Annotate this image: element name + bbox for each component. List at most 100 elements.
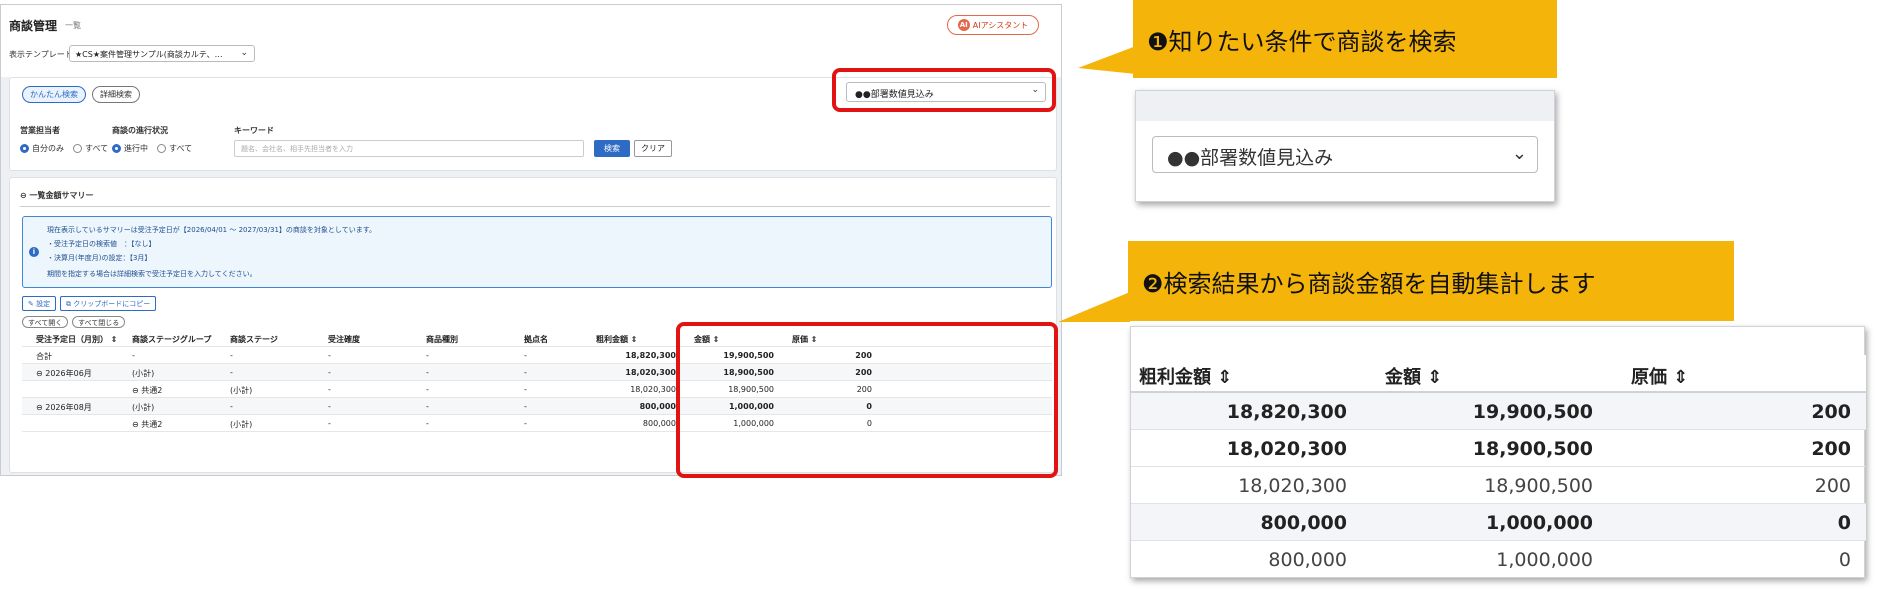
callout-pointer <box>1078 46 1136 74</box>
zoom-condition-value: ●●部署数値見込み <box>1167 147 1334 169</box>
highlight-amount-columns <box>676 322 1058 478</box>
cell: 18,820,300 <box>1226 401 1347 423</box>
col-stage: 商談ステージ <box>230 335 278 344</box>
cell: (小計) <box>230 386 253 395</box>
cell: 18,020,300 <box>625 368 676 377</box>
cell: 18,900,500 <box>1484 475 1593 497</box>
col-probability: 受注確度 <box>328 335 360 344</box>
zoom-condition-dropdown[interactable]: ●●部署数値見込み ⌄ <box>1152 136 1538 173</box>
copy-label: クリップボードにコピー <box>73 300 151 308</box>
tab-simple-search[interactable]: かんたん検索 <box>22 86 86 103</box>
zoom-table-row: 18,020,300 18,900,500 200 <box>1131 430 1866 467</box>
cell: 200 <box>1811 438 1851 460</box>
page-subtitle: 一覧 <box>65 21 81 30</box>
cell: 合計 <box>36 352 52 361</box>
radio-self-only[interactable] <box>20 144 29 153</box>
zoom-amount-table: 粗利金額 ⇕ 金額 ⇕ 原価 ⇕ 18,820,300 19,900,500 2… <box>1130 326 1866 578</box>
callout-pointer <box>1058 292 1130 322</box>
cell: 800,000 <box>1260 512 1347 534</box>
cell: - <box>230 368 233 377</box>
radio-in-progress-label: 進行中 <box>124 144 148 153</box>
col-order-date[interactable]: 受注予定日（月別） ⇕ <box>36 334 118 345</box>
cell: - <box>328 402 331 411</box>
expand-all-button[interactable]: すべて開く <box>22 316 69 328</box>
keyword-label: キーワード <box>234 126 274 135</box>
zoom-condition-select: ●●部署数値見込み ⌄ <box>1135 90 1555 202</box>
highlight-condition-select <box>832 68 1056 112</box>
cell: - <box>524 351 527 360</box>
zoom-col-gross-profit[interactable]: 粗利金額 ⇕ <box>1139 363 1232 389</box>
zoom-col-cost[interactable]: 原価 ⇕ <box>1631 363 1688 389</box>
cell: - <box>328 385 331 394</box>
zoom-table-row: 800,000 1,000,000 0 <box>1131 541 1866 578</box>
radio-all-reps[interactable] <box>73 144 82 153</box>
ai-assistant-label: AIアシスタント <box>972 20 1029 30</box>
zoom-band <box>1136 91 1554 121</box>
cell: - <box>524 385 527 394</box>
cell: - <box>524 402 527 411</box>
summary-title-text: 一覧金額サマリー <box>29 191 94 200</box>
radio-all-progress[interactable] <box>157 144 166 153</box>
page-title: 商談管理 <box>9 19 58 33</box>
zoom-table-row: 800,000 1,000,000 0 <box>1131 504 1866 541</box>
cell: 18,020,300 <box>630 385 676 394</box>
cell: (小計) <box>230 420 253 429</box>
cell: - <box>230 402 233 411</box>
cell: 0 <box>1837 512 1851 534</box>
cell: - <box>426 419 429 428</box>
cell: 800,000 <box>639 402 676 411</box>
info-icon: i <box>29 247 39 257</box>
tab-detail-search[interactable]: 詳細検索 <box>92 86 140 103</box>
ai-assistant-button[interactable]: AI AIアシスタント <box>947 15 1039 35</box>
cell: 18,820,300 <box>625 351 676 360</box>
summary-title: ⊖ 一覧金額サマリー <box>20 191 94 200</box>
chevron-down-icon: ⌄ <box>240 48 248 58</box>
info-box: i 現在表示しているサマリーは受注予定日が【2026/04/01 ～ 2027/… <box>22 216 1052 288</box>
info-line-1: 現在表示しているサマリーは受注予定日が【2026/04/01 ～ 2027/03… <box>47 226 377 234</box>
radio-in-progress[interactable] <box>112 144 121 153</box>
cell: 800,000 <box>1268 549 1347 571</box>
chevron-down-icon: ⌄ <box>1511 143 1527 164</box>
cell: - <box>426 368 429 377</box>
info-line-2: ・受注予定日の検索値 ：【なし】 <box>47 240 156 248</box>
col-stage-group: 商談ステージグループ <box>132 335 212 344</box>
cell: - <box>524 419 527 428</box>
zoom-table-header: 粗利金額 ⇕ 金額 ⇕ 原価 ⇕ <box>1131 355 1866 393</box>
ai-icon: AI <box>957 19 970 31</box>
cell: 18,020,300 <box>1226 438 1347 460</box>
template-select[interactable]: ★CS★案件管理サンプル(商談カルテ、… ⌄ <box>69 45 255 62</box>
progress-label: 商談の進行状況 <box>112 126 168 135</box>
cell: - <box>132 351 135 360</box>
settings-label: 設定 <box>36 300 51 308</box>
progress-radios: 進行中 すべて <box>112 143 192 154</box>
sales-rep-label: 営業担当者 <box>20 126 60 135</box>
cell: ⊖ 2026年08月 <box>36 403 92 412</box>
cell: - <box>426 402 429 411</box>
cell: ⊖ 共通2 <box>132 420 163 429</box>
settings-button[interactable]: ✎ 設定 <box>22 296 57 311</box>
keyword-input[interactable]: 題名、会社名、相手先担当者を入力 <box>234 140 584 157</box>
cell: - <box>328 419 331 428</box>
search-button[interactable]: 検索 <box>594 140 630 157</box>
zoom-table-row: 18,020,300 18,900,500 200 <box>1131 467 1866 504</box>
col-product-type: 商品種別 <box>426 335 458 344</box>
cell: 18,020,300 <box>1238 475 1347 497</box>
zoom-col-amount[interactable]: 金額 ⇕ <box>1385 363 1442 389</box>
col-gross-profit[interactable]: 粗利金額 ⇕ <box>596 334 638 345</box>
cell: 18,900,500 <box>1472 438 1593 460</box>
clear-button[interactable]: クリア <box>634 140 672 157</box>
info-line-4: 期間を指定する場合は詳細検索で受注予定日を入力してください。 <box>47 270 257 278</box>
collapse-all-button[interactable]: すべて閉じる <box>72 316 126 328</box>
divider <box>20 206 1050 207</box>
info-line-3: ・決算月(年度月)の設定：【3月】 <box>47 254 152 262</box>
cell: (小計) <box>132 369 155 378</box>
cell: 0 <box>1838 549 1851 571</box>
cell: - <box>328 368 331 377</box>
radio-all-progress-label: すべて <box>169 144 193 153</box>
radio-self-only-label: 自分のみ <box>32 144 64 153</box>
cell: 800,000 <box>642 419 676 428</box>
cell: - <box>328 351 331 360</box>
copy-clipboard-button[interactable]: ⧉ クリップボードにコピー <box>60 296 157 311</box>
cell: - <box>426 351 429 360</box>
cell: ⊖ 共通2 <box>132 386 163 395</box>
